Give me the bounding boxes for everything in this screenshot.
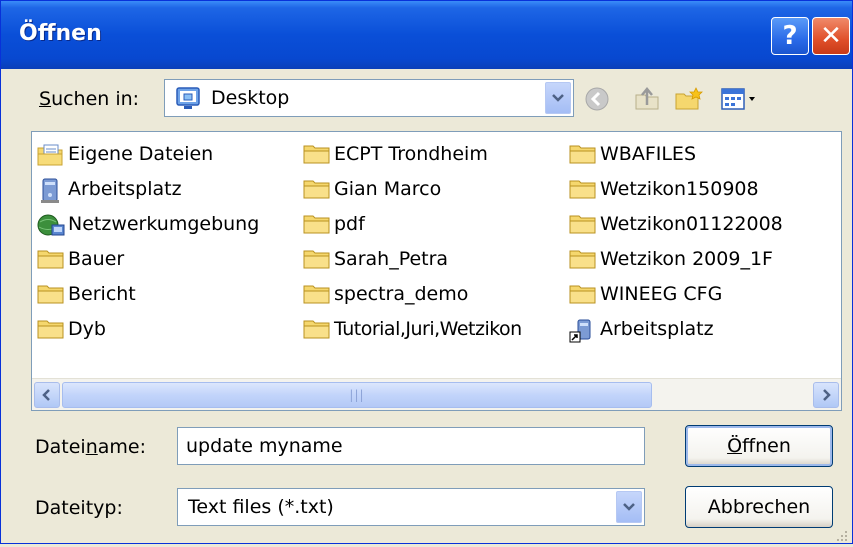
list-item-label: spectra_demo xyxy=(334,283,469,305)
list-item[interactable]: ECPT Trondheim xyxy=(302,140,488,168)
up-folder-icon[interactable] xyxy=(631,83,663,115)
folder-icon xyxy=(302,178,332,200)
view-menu-icon[interactable] xyxy=(719,83,765,115)
close-button[interactable]: ✕ xyxy=(812,17,850,55)
folder-icon xyxy=(36,248,66,270)
folder-icon xyxy=(568,178,598,200)
list-item-label: Bauer xyxy=(68,248,125,270)
list-item[interactable]: Wetzikon01122008 xyxy=(568,210,783,238)
scroll-left-button[interactable] xyxy=(34,382,60,408)
folder-icon xyxy=(36,318,66,340)
lookin-dropdown[interactable]: Desktop xyxy=(164,79,574,117)
list-item[interactable]: spectra_demo xyxy=(302,280,468,308)
filetype-label: Dateityp: xyxy=(35,497,123,519)
list-item[interactable]: pdf xyxy=(302,210,365,238)
folder-icon xyxy=(36,283,66,305)
list-item[interactable]: Netzwerkumgebung xyxy=(36,210,259,238)
folder-icon xyxy=(568,213,598,235)
list-item[interactable]: Wetzikon 2009_1F xyxy=(568,245,773,273)
list-item-label: pdf xyxy=(334,213,365,235)
lookin-label: Suchen in: xyxy=(39,88,140,110)
list-item-label: Eigene Dateien xyxy=(68,143,214,165)
list-item[interactable]: Dyb xyxy=(36,315,106,343)
network-icon xyxy=(36,213,66,236)
chevron-down-icon[interactable] xyxy=(545,82,571,114)
shortcut-icon xyxy=(568,318,598,343)
new-folder-icon[interactable] xyxy=(673,83,705,115)
lookin-value: Desktop xyxy=(211,87,290,109)
list-item-label: Netzwerkumgebung xyxy=(68,213,260,235)
list-item[interactable]: Eigene Dateien xyxy=(36,140,213,168)
list-item-label: Wetzikon 2009_1F xyxy=(600,248,773,270)
folder-icon xyxy=(568,283,598,305)
chevron-down-icon[interactable] xyxy=(616,491,642,523)
open-dialog: Öffnen ? ✕ Suchen in: Desktop Eigene Dat… xyxy=(0,0,853,544)
filename-value: update myname xyxy=(186,435,343,457)
list-item[interactable]: WBAFILES xyxy=(568,140,696,168)
list-item-label: Wetzikon150908 xyxy=(600,178,759,200)
scroll-thumb[interactable]: ||| xyxy=(62,382,652,408)
filetype-value: Text files (*.txt) xyxy=(188,496,334,518)
open-button[interactable]: Öffnen xyxy=(685,425,833,467)
resize-grip-icon[interactable] xyxy=(834,525,848,541)
folder-icon xyxy=(568,143,598,165)
my-documents-icon xyxy=(36,143,66,166)
back-icon[interactable] xyxy=(581,83,613,115)
file-list[interactable]: Eigene Dateien Arbeitsplatz Netzwerkumge… xyxy=(31,131,842,411)
list-item[interactable]: Arbeitsplatz xyxy=(568,315,714,343)
filename-field[interactable]: update myname xyxy=(177,427,645,465)
list-item[interactable]: Sarah_Petra xyxy=(302,245,448,273)
list-item-label: WBAFILES xyxy=(600,143,697,165)
horizontal-scrollbar[interactable]: ||| xyxy=(32,378,841,410)
folder-icon xyxy=(302,318,332,340)
list-item-label: Gian Marco xyxy=(334,178,442,200)
my-computer-icon xyxy=(36,178,66,203)
list-item-label: Sarah_Petra xyxy=(334,248,449,270)
list-item[interactable]: Bericht xyxy=(36,280,136,308)
list-item-label: ECPT Trondheim xyxy=(334,143,488,165)
list-item-label: Arbeitsplatz xyxy=(68,178,182,200)
folder-icon xyxy=(302,248,332,270)
list-item[interactable]: Bauer xyxy=(36,245,124,273)
list-item-label: Arbeitsplatz xyxy=(600,318,714,340)
list-item-label: Dyb xyxy=(68,318,106,340)
title-bar[interactable]: Öffnen ? ✕ xyxy=(1,1,852,69)
folder-icon xyxy=(568,248,598,270)
list-item[interactable]: Gian Marco xyxy=(302,175,441,203)
list-item-label: Tutorial,Juri,Wetzikon xyxy=(334,318,522,340)
list-item[interactable]: Wetzikon150908 xyxy=(568,175,759,203)
filename-label: Dateiname: xyxy=(35,436,146,458)
folder-icon xyxy=(302,283,332,305)
cancel-button[interactable]: Abbrechen xyxy=(685,486,833,528)
desktop-icon xyxy=(175,85,201,111)
list-item[interactable]: Arbeitsplatz xyxy=(36,175,182,203)
dialog-title: Öffnen xyxy=(19,21,102,46)
help-button[interactable]: ? xyxy=(771,17,809,55)
folder-icon xyxy=(302,143,332,165)
filetype-dropdown[interactable]: Text files (*.txt) xyxy=(177,488,645,526)
list-item[interactable]: Tutorial,Juri,Wetzikon xyxy=(302,315,522,343)
list-item-label: Bericht xyxy=(68,283,136,305)
list-item-label: WINEEG CFG xyxy=(600,283,723,305)
list-item[interactable]: WINEEG CFG xyxy=(568,280,722,308)
folder-icon xyxy=(302,213,332,235)
scroll-right-button[interactable] xyxy=(813,382,839,408)
list-item-label: Wetzikon01122008 xyxy=(600,213,783,235)
